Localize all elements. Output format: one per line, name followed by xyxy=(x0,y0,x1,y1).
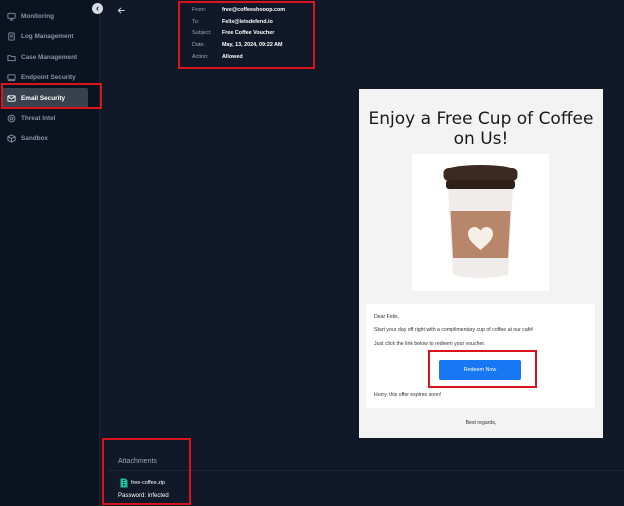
meta-label: Action: xyxy=(192,54,209,61)
meta-label: To: xyxy=(192,18,200,25)
email-line-2: Just click the link below to redeem your… xyxy=(374,341,486,347)
meta-from: From: free@coffeeshooop.com xyxy=(182,4,310,16)
email-preview: Enjoy a Free Cup of Coffee on Us! Dear F… xyxy=(359,89,603,438)
sidebar: ‹ Monitoring Log Management Case Managem… xyxy=(0,0,103,506)
box-icon xyxy=(6,134,16,144)
meta-to: To: Felix@letsdefend.io xyxy=(182,16,310,28)
sidebar-item-label: Monitoring xyxy=(21,12,55,20)
email-headline: Enjoy a Free Cup of Coffee on Us! xyxy=(368,109,594,149)
meta-subject: Subject: Free Coffee Voucher xyxy=(182,28,310,40)
attachment-password: Password: infected xyxy=(118,493,169,499)
meta-label: Date: xyxy=(192,42,205,49)
redeem-now-button[interactable]: Redeem Now xyxy=(439,360,521,380)
sidebar-item-label: Endpoint Security xyxy=(21,74,76,81)
meta-date: Date: May, 13, 2024, 09:22 AM xyxy=(182,39,310,51)
monitor-icon xyxy=(6,11,16,21)
sidebar-nav: Monitoring Log Management Case Managemen… xyxy=(0,6,100,149)
sidebar-item-label: Sandbox xyxy=(21,135,48,142)
envelope-icon xyxy=(6,93,16,103)
email-metadata: From: free@coffeeshooop.com To: Felix@le… xyxy=(182,4,310,63)
email-body: Dear Felix, Start your day off right wit… xyxy=(366,304,595,408)
sidebar-item-endpoint-security[interactable]: Endpoint Security xyxy=(0,68,100,88)
email-greeting: Dear Felix, xyxy=(374,314,400,320)
document-icon xyxy=(6,32,16,42)
back-arrow-icon[interactable] xyxy=(117,6,129,18)
email-action: Allowed xyxy=(222,54,243,61)
coffee-cup-image xyxy=(412,154,549,291)
email-subject: Free Coffee Voucher xyxy=(222,30,275,37)
email-closing: Hurry, this offer expires soon! xyxy=(374,392,442,398)
device-icon xyxy=(6,73,16,83)
attachment-file[interactable]: free-coffee.zip xyxy=(120,478,165,488)
divider xyxy=(108,470,624,471)
sidebar-item-threat-intel[interactable]: Threat Intel xyxy=(0,108,100,128)
sidebar-item-label: Case Management xyxy=(21,53,78,61)
meta-action: Action: Allowed xyxy=(182,51,310,63)
meta-label: From: xyxy=(192,6,207,13)
meta-label: Subject: xyxy=(192,30,212,37)
sidebar-item-label: Threat Intel xyxy=(21,114,56,122)
sidebar-item-log-management[interactable]: Log Management xyxy=(0,27,100,47)
email-line-1: Start your day off right with a complime… xyxy=(374,327,534,333)
email-date: May, 13, 2024, 09:22 AM xyxy=(222,42,283,49)
sender-address: free@coffeeshooop.com xyxy=(222,6,286,13)
sidebar-item-label: Email Security xyxy=(21,94,66,102)
sidebar-item-monitoring[interactable]: Monitoring xyxy=(0,6,100,26)
recipient-address: Felix@letsdefend.io xyxy=(222,18,273,25)
sidebar-item-email-security[interactable]: Email Security xyxy=(2,88,88,108)
folder-icon xyxy=(6,52,16,62)
attachments-title: Attachments xyxy=(118,458,157,465)
target-icon xyxy=(6,113,16,123)
attachment-file-name: free-coffee.zip xyxy=(131,480,166,486)
email-regards: Best regards, xyxy=(465,420,497,426)
sidebar-item-label: Log Management xyxy=(21,33,74,40)
sidebar-item-sandbox[interactable]: Sandbox xyxy=(0,129,100,149)
sidebar-item-case-management[interactable]: Case Management xyxy=(0,47,100,67)
zip-file-icon xyxy=(120,478,128,488)
